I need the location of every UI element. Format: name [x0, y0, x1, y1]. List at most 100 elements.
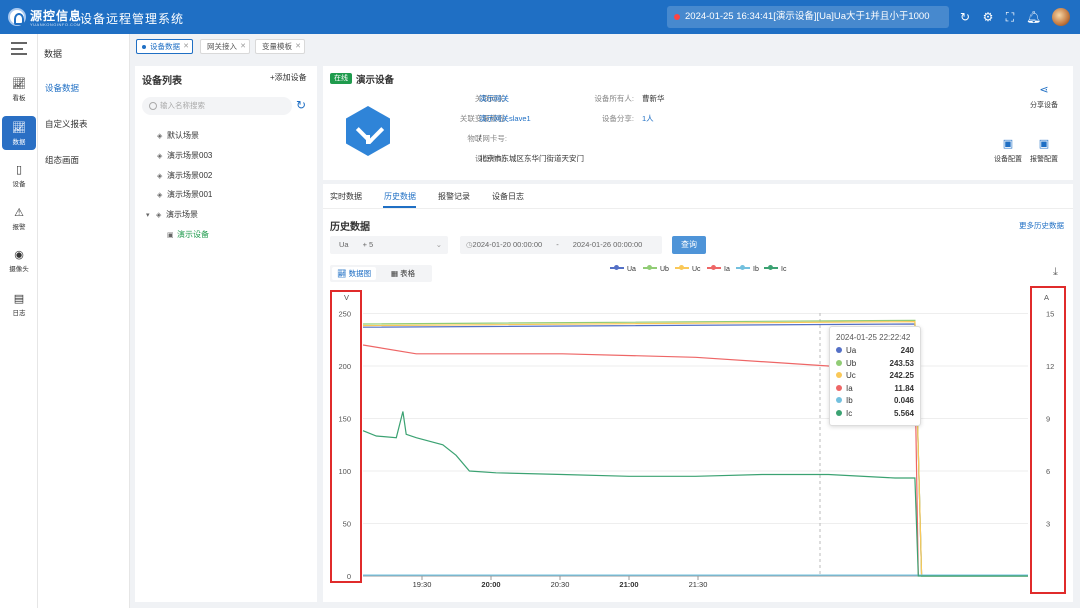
legend-uc[interactable]: Uc: [675, 264, 701, 273]
device-list-title: 设备列表: [142, 76, 182, 87]
legend-swatch: [736, 264, 750, 270]
close-icon[interactable]: ✕: [240, 40, 246, 53]
share-count-link[interactable]: 1人: [642, 113, 654, 124]
legend-swatch: [643, 264, 657, 270]
variable-more-count: + 5: [362, 240, 374, 249]
user-avatar[interactable]: [1052, 8, 1070, 26]
query-button[interactable]: 查询: [672, 236, 706, 254]
tab-device-data[interactable]: 设备数据 ✕: [136, 39, 193, 54]
legend-swatch: [675, 264, 689, 270]
series-line-ic: [362, 411, 1028, 577]
legend-ic[interactable]: Ic: [764, 264, 786, 273]
sidebar: 📈︎ 看板 📈︎ 数据 ▯ 设备 ⚠ 报警 ◉ 摄像头 ▤ 日志: [0, 34, 38, 608]
tab-gateway[interactable]: 网关接入 ✕: [200, 39, 250, 54]
tree-item-scene[interactable]: ◈ 默认场景: [157, 130, 199, 141]
series-dot-icon: [836, 397, 842, 403]
chart-view-button[interactable]: 📈︎ 数据图: [332, 267, 377, 280]
close-icon[interactable]: ✕: [183, 40, 189, 53]
legend-label: Ua: [627, 266, 636, 273]
fullscreen-icon[interactable]: ⛶: [1003, 10, 1017, 24]
subnav-item-device-data[interactable]: 设备数据: [45, 82, 79, 94]
legend-ua[interactable]: Ua: [610, 264, 636, 273]
sidebar-item-alarm[interactable]: ⚠ 报警: [2, 201, 36, 235]
tooltip-series-name: Ub: [846, 358, 857, 368]
brand-logo-icon[interactable]: [8, 8, 26, 26]
subnav-item-scada[interactable]: 组态画面: [45, 154, 79, 166]
view-toggle: 📈︎ 数据图 ▦ 表格: [330, 265, 432, 282]
sidebar-item-label: 摄像头: [9, 266, 29, 273]
refresh-icon[interactable]: ↻: [296, 99, 308, 111]
share-icon: ⋖: [1039, 84, 1049, 96]
legend-ia[interactable]: Ia: [707, 264, 730, 273]
sidebar-item-camera[interactable]: ◉ 摄像头: [2, 243, 36, 277]
date-separator: -: [556, 240, 559, 249]
subnav-item-custom-report[interactable]: 自定义报表: [45, 118, 88, 130]
x-tick-label: 19:30: [413, 580, 432, 589]
layers-icon: ◈: [156, 212, 162, 219]
camera-icon: ◉: [14, 249, 24, 261]
alarm-ticker[interactable]: 2024-01-25 16:34:41[演示设备][Ua]Ua大于1并且小于10…: [667, 6, 949, 28]
tree-item-scene[interactable]: ◈ 演示场景002: [157, 170, 212, 181]
gateway-link[interactable]: 演示网关: [479, 93, 509, 104]
sidebar-item-label: 看板: [12, 95, 26, 102]
legend-label: Uc: [692, 266, 701, 273]
menu-toggle-icon[interactable]: [11, 42, 27, 55]
tooltip-row: Ib 0.046: [836, 395, 914, 408]
more-history-link[interactable]: 更多历史数据: [1019, 220, 1064, 231]
config-icon: ▣: [1002, 138, 1014, 150]
chevron-down-icon[interactable]: ▾: [146, 211, 156, 219]
app-title: 设备远程管理系统: [80, 12, 185, 26]
tooltip-series-value: 240: [900, 346, 914, 355]
settings-icon[interactable]: ⚙: [981, 10, 995, 24]
tree-item-device[interactable]: ▣ 演示设备: [167, 229, 209, 240]
chart-icon: 📈︎: [12, 122, 26, 134]
variable-select[interactable]: Ua + 5 ⌄: [330, 236, 448, 254]
device-icon: ▣: [167, 232, 174, 239]
tree-item-label: 演示场景001: [167, 190, 213, 199]
tab-alarm-records[interactable]: 报警记录: [438, 191, 470, 202]
tree-item-label: 演示场景002: [167, 171, 213, 180]
sidebar-item-log[interactable]: ▤ 日志: [2, 287, 36, 321]
bell-icon[interactable]: 🔔︎: [1026, 10, 1041, 24]
date-range-picker[interactable]: ◷2024-01-20 00:00:00-2024-01-26 00:00:00: [460, 236, 662, 254]
tab-label: 网关接入: [207, 42, 237, 51]
sidebar-item-data[interactable]: 📈︎ 数据: [2, 116, 36, 150]
series-dot-icon: [836, 347, 842, 353]
active-tab-indicator: [383, 206, 416, 208]
device-search-input[interactable]: 输入名称搜索: [142, 97, 292, 115]
status-badge: 在线: [330, 73, 352, 84]
alarm-config-button[interactable]: ▣ 报警配置: [1023, 138, 1065, 164]
tab-device-log[interactable]: 设备日志: [492, 191, 524, 202]
add-device-button[interactable]: +添加设备: [270, 72, 307, 83]
sidebar-item-device[interactable]: ▯ 设备: [2, 158, 36, 192]
download-icon[interactable]: ⤓: [1053, 266, 1065, 278]
tab-divider: [323, 208, 1073, 209]
log-icon: ▤: [13, 293, 25, 305]
history-title: 历史数据: [330, 222, 370, 233]
tooltip-series-name: Ic: [846, 408, 853, 418]
address-value: 北京市东城区东华门街道天安门: [479, 154, 584, 163]
share-device-button[interactable]: ⋖ 分享设备: [1023, 84, 1065, 110]
tab-realtime[interactable]: 实时数据: [330, 191, 362, 202]
top-bar: 源控信息 YUANKONGINFO.COM 设备远程管理系统 2024-01-2…: [0, 0, 1080, 34]
tree-item-scene[interactable]: ◈ 演示场景003: [157, 150, 212, 161]
table-view-label: 表格: [400, 269, 416, 278]
legend-ib[interactable]: Ib: [736, 264, 759, 273]
table-view-button[interactable]: ▦ 表格: [386, 267, 420, 280]
template-link[interactable]: 演示网关slave1: [479, 113, 531, 124]
sidebar-item-dashboard[interactable]: 📈︎ 看板: [2, 72, 36, 106]
tree-item-scene[interactable]: ◈ 演示场景001: [157, 189, 212, 200]
close-icon[interactable]: ✕: [295, 40, 301, 53]
history-line-chart[interactable]: 050100150200250V3691215A19:30 20:00 20:30 2…: [323, 288, 1073, 596]
x-tick-label: 20:30: [551, 580, 570, 589]
tab-variable-template[interactable]: 变量模板 ✕: [255, 39, 305, 54]
tooltip-series-name: Uc: [846, 371, 856, 380]
tree-item-scene[interactable]: ▾ ◈ 演示场景: [146, 209, 198, 220]
tab-history[interactable]: 历史数据: [384, 191, 416, 202]
brand-subtitle: YUANKONGINFO.COM: [30, 22, 81, 27]
config-icon: ▣: [1038, 138, 1050, 150]
x-tick-label: 21:30: [689, 580, 708, 589]
legend-ub[interactable]: Ub: [643, 264, 669, 273]
refresh-icon[interactable]: ↻: [958, 10, 972, 24]
variable-tag: Ua: [339, 240, 349, 249]
